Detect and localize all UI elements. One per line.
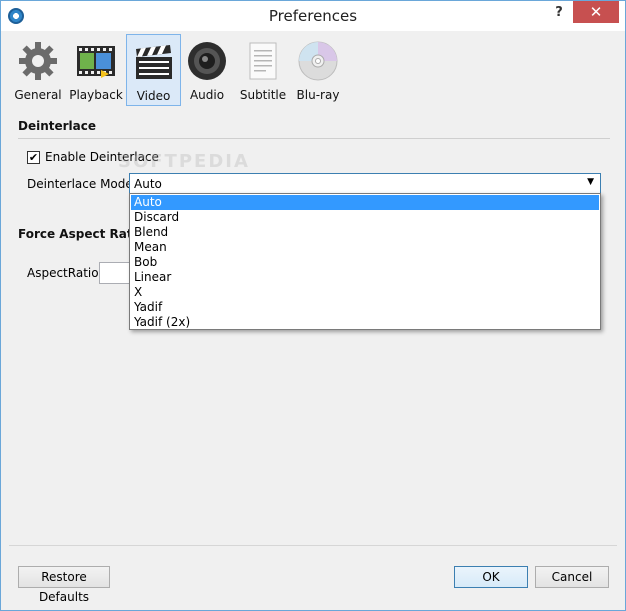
- deinterlace-mode-label: Deinterlace Mode:: [27, 177, 137, 191]
- dropdown-option-yadif[interactable]: Yadif: [131, 300, 599, 315]
- tab-playback-label: Playback: [69, 88, 123, 102]
- deinterlace-section-title: Deinterlace: [18, 119, 97, 133]
- aspect-ratio-label: AspectRatio:: [27, 266, 103, 280]
- disc-icon: [298, 41, 338, 81]
- chevron-down-icon: ▼: [587, 177, 594, 187]
- help-button[interactable]: ?: [546, 1, 572, 25]
- dropdown-option-mean[interactable]: Mean: [131, 240, 599, 255]
- dropdown-option-auto[interactable]: Auto: [131, 195, 599, 210]
- tab-general-label: General: [14, 88, 62, 102]
- close-button[interactable]: ✕: [573, 1, 619, 23]
- deinterlace-mode-dropdown: Auto Discard Blend Mean Bob Linear X Yad…: [129, 193, 601, 330]
- deinterlace-mode-value: Auto: [134, 177, 162, 191]
- tab-video-label: Video: [136, 89, 171, 103]
- clapperboard-icon: [135, 45, 172, 79]
- film-strip-icon: [77, 46, 115, 78]
- tab-playback[interactable]: Playback: [67, 34, 125, 106]
- dropdown-option-x[interactable]: X: [131, 285, 599, 300]
- watermark: SOFTPEDIA: [118, 151, 250, 172]
- tab-video[interactable]: Video: [126, 34, 181, 106]
- dropdown-option-yadif-2x[interactable]: Yadif (2x): [131, 315, 599, 330]
- dropdown-option-discard[interactable]: Discard: [131, 210, 599, 225]
- tab-audio-label: Audio: [189, 88, 225, 102]
- restore-defaults-button[interactable]: Restore Defaults: [18, 566, 110, 604]
- section-divider: [18, 138, 610, 139]
- dropdown-option-linear[interactable]: Linear: [131, 270, 599, 285]
- tab-subtitle[interactable]: Subtitle: [235, 34, 291, 106]
- tab-subtitle-label: Subtitle: [239, 88, 287, 102]
- tab-audio[interactable]: Audio: [181, 34, 233, 106]
- tab-bluray-label: Blu-ray: [296, 88, 340, 102]
- preferences-window: Preferences ? ✕ General Playback Video A…: [0, 0, 626, 611]
- aspect-section-title: Force Aspect Ratio: [18, 227, 145, 241]
- dropdown-option-bob[interactable]: Bob: [131, 255, 599, 270]
- speaker-icon: [188, 42, 226, 80]
- window-title: Preferences: [268, 7, 358, 25]
- cancel-button[interactable]: Cancel: [535, 566, 609, 588]
- document-icon: [249, 42, 277, 80]
- dropdown-option-blend[interactable]: Blend: [131, 225, 599, 240]
- tab-bluray[interactable]: Blu-ray: [292, 34, 344, 106]
- category-toolbar: General Playback Video Audio Subtitle Bl…: [9, 32, 617, 106]
- title-bar: Preferences ? ✕: [1, 1, 625, 31]
- tab-general[interactable]: General: [9, 34, 67, 106]
- enable-deinterlace-checkbox[interactable]: ✔: [27, 151, 40, 164]
- footer-divider: [9, 545, 617, 546]
- deinterlace-mode-select[interactable]: Auto ▼: [129, 173, 601, 194]
- ok-button[interactable]: OK: [454, 566, 528, 588]
- gear-icon: [19, 42, 57, 80]
